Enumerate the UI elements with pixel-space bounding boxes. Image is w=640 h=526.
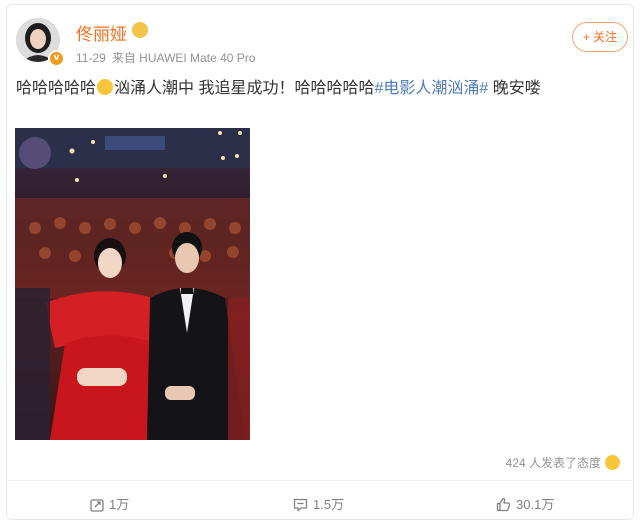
- post-text-after: 晚安喽: [488, 80, 541, 97]
- post-text-before: 哈哈哈哈哈: [16, 80, 97, 97]
- reactions-summary[interactable]: 424 人发表了态度: [506, 454, 620, 471]
- post-meta: 11-29 来自 HUAWEI Mate 40 Pro: [76, 49, 255, 66]
- post-photo[interactable]: [15, 128, 250, 440]
- post-text: 哈哈哈哈哈 汹涌人潮中 我追星成功！哈哈哈哈哈#电影人潮汹涌# 晚安喽: [16, 76, 616, 102]
- username[interactable]: 佟丽娅: [76, 20, 127, 45]
- like-button[interactable]: 30.1万: [496, 494, 554, 515]
- repost-icon: [90, 498, 104, 515]
- source-prefix: 来自: [111, 51, 136, 65]
- crown-icon: [132, 22, 148, 38]
- laugh-icon: [605, 455, 620, 470]
- like-icon: [496, 497, 511, 515]
- follow-button[interactable]: + 关注: [572, 22, 628, 52]
- comment-button[interactable]: 1.5万: [293, 494, 344, 515]
- repost-button[interactable]: 1万: [90, 494, 129, 515]
- comment-icon: [293, 498, 308, 515]
- device-name: HUAWEI Mate 40 Pro: [139, 51, 256, 65]
- like-count: 30.1万: [516, 497, 555, 512]
- repost-count: 1万: [109, 497, 130, 512]
- post-text-middle: 汹涌人潮中 我追星成功！哈哈哈哈哈: [114, 80, 375, 97]
- post-date[interactable]: 11-29: [76, 51, 106, 65]
- emoji-icon: [97, 79, 114, 95]
- reactions-text: 424 人发表了态度: [505, 456, 601, 470]
- verified-badge-icon: v: [48, 50, 65, 67]
- comment-count: 1.5万: [313, 497, 345, 512]
- hashtag-link[interactable]: #电影人潮汹涌#: [374, 80, 488, 97]
- divider: [6, 480, 634, 481]
- photo-image: [15, 128, 250, 440]
